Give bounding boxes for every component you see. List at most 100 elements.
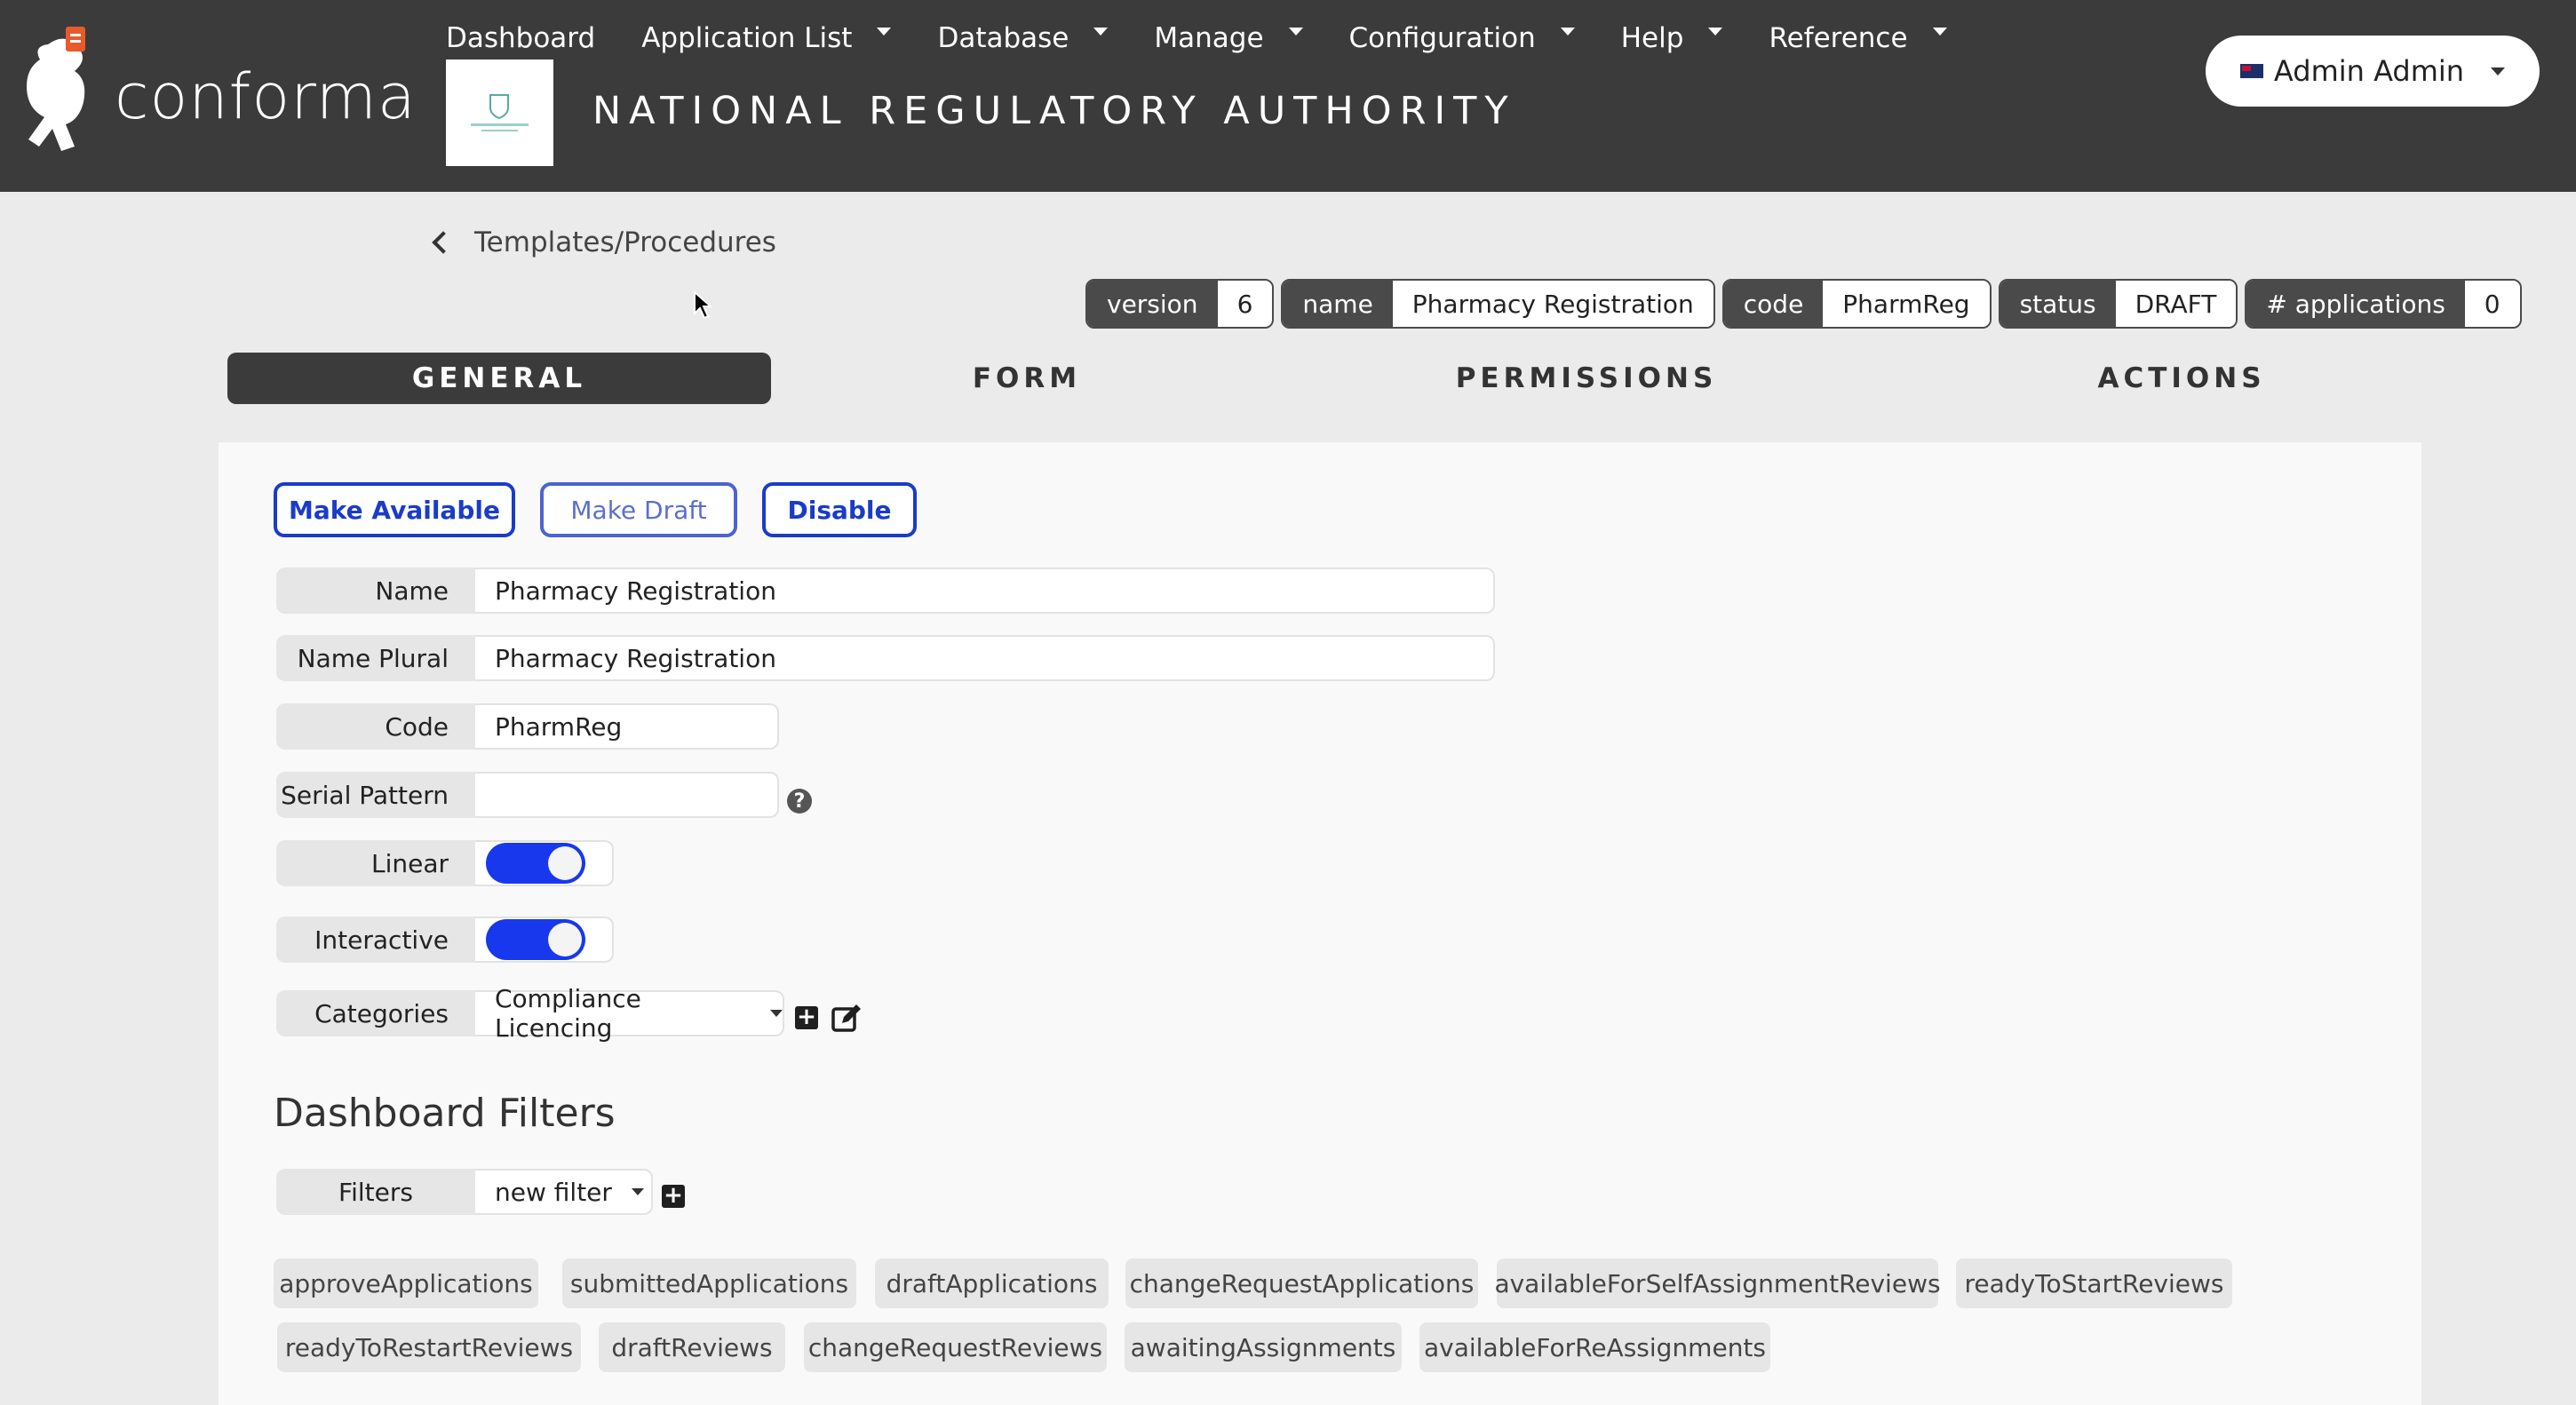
name-plural-input[interactable]: Pharmacy Registration bbox=[475, 635, 1495, 681]
interactive-field: Interactive bbox=[276, 917, 614, 963]
filter-chip[interactable]: changeRequestApplications bbox=[1125, 1258, 1478, 1308]
chevron-left-icon bbox=[432, 231, 455, 254]
meta-value: PharmReg bbox=[1823, 281, 1990, 327]
filter-chip[interactable]: changeRequestReviews bbox=[804, 1322, 1107, 1372]
field-label: Linear bbox=[276, 840, 475, 886]
caret-down-icon bbox=[1708, 27, 1723, 36]
caret-down-icon bbox=[2491, 67, 2506, 75]
meta-key: name bbox=[1283, 281, 1393, 327]
tab-actions[interactable]: ACTIONS bbox=[2048, 353, 2315, 404]
help-icon[interactable]: ? bbox=[787, 789, 812, 814]
nav-label: Dashboard bbox=[446, 22, 596, 54]
field-label: Serial Pattern bbox=[276, 772, 475, 818]
make-draft-button[interactable]: Make Draft bbox=[540, 482, 737, 537]
template-tabs: GENERAL FORM PERMISSIONS ACTIONS bbox=[227, 353, 2421, 404]
meta-key: code bbox=[1723, 281, 1824, 327]
meta-code: code PharmReg bbox=[1721, 279, 1992, 329]
filters-field: Filters new filter bbox=[276, 1169, 653, 1215]
meta-status: status DRAFT bbox=[1998, 279, 2238, 329]
app-header: conforma Dashboard Application List Data… bbox=[0, 0, 2576, 192]
nav-label: Application List bbox=[641, 22, 853, 54]
disable-button[interactable]: Disable bbox=[762, 482, 917, 537]
org-logo bbox=[446, 60, 553, 166]
tab-general[interactable]: GENERAL bbox=[227, 353, 771, 404]
interactive-toggle-wrap bbox=[475, 917, 614, 963]
nav-label: Manage bbox=[1154, 22, 1264, 54]
edit-category-icon[interactable] bbox=[831, 1004, 862, 1032]
nav-configuration[interactable]: Configuration bbox=[1349, 22, 1575, 54]
caret-down-icon bbox=[1288, 27, 1303, 36]
code-input[interactable]: PharmReg bbox=[475, 703, 779, 750]
filter-chip[interactable]: availableForSelfAssignmentReviews bbox=[1494, 1258, 1941, 1308]
meta-version: version 6 bbox=[1085, 279, 1275, 329]
linear-toggle-wrap bbox=[475, 840, 614, 886]
name-input[interactable]: Pharmacy Registration bbox=[475, 568, 1495, 614]
add-category-icon[interactable]: + bbox=[795, 1005, 818, 1029]
filter-chip[interactable]: availableForReAssignments bbox=[1419, 1322, 1770, 1372]
org-name: NATIONAL REGULATORY AUTHORITY bbox=[592, 89, 1516, 133]
field-label: Categories bbox=[276, 990, 475, 1036]
user-menu-button[interactable]: Admin Admin bbox=[2206, 36, 2540, 107]
caret-down-icon bbox=[770, 1010, 783, 1017]
add-filter-icon[interactable]: + bbox=[662, 1184, 685, 1208]
toggle-knob bbox=[548, 846, 582, 880]
filter-chip[interactable]: readyToRestartReviews bbox=[277, 1322, 581, 1372]
toggle-knob bbox=[548, 923, 582, 957]
meta-name: name Pharmacy Registration bbox=[1281, 279, 1715, 329]
meta-value: 0 bbox=[2464, 281, 2520, 327]
filters-select[interactable]: new filter bbox=[475, 1169, 653, 1215]
field-label: Interactive bbox=[276, 917, 475, 963]
field-label: Filters bbox=[276, 1169, 475, 1215]
nav-help[interactable]: Help bbox=[1621, 22, 1723, 54]
template-meta: version 6 name Pharmacy Registration cod… bbox=[1085, 279, 2529, 329]
back-link[interactable]: Templates/Procedures bbox=[432, 226, 776, 258]
field-label: Code bbox=[276, 703, 475, 750]
meta-key: # applications bbox=[2246, 281, 2465, 327]
make-available-button[interactable]: Make Available bbox=[274, 482, 515, 537]
filter-chip[interactable]: approveApplications bbox=[274, 1258, 538, 1308]
conforma-logo[interactable]: conforma bbox=[12, 27, 416, 160]
filter-chip[interactable]: awaitingAssignments bbox=[1125, 1322, 1402, 1372]
categories-select[interactable]: Compliance Licencing bbox=[475, 984, 784, 1043]
filter-chip[interactable]: readyToStartReviews bbox=[1956, 1258, 2232, 1308]
back-link-label: Templates/Procedures bbox=[474, 226, 776, 258]
meta-key: status bbox=[2000, 281, 2116, 327]
caret-down-icon bbox=[877, 27, 892, 36]
linear-field: Linear bbox=[276, 840, 614, 886]
tab-form[interactable]: FORM bbox=[894, 353, 1160, 404]
caret-down-icon bbox=[1932, 27, 1947, 36]
field-label: Name bbox=[276, 568, 475, 614]
meta-value: DRAFT bbox=[2115, 281, 2237, 327]
serial-pattern-field: Serial Pattern bbox=[276, 772, 779, 818]
interactive-toggle[interactable] bbox=[486, 919, 585, 960]
categories-field: Categories Compliance Licencing bbox=[276, 984, 784, 1043]
flag-icon bbox=[2239, 64, 2263, 78]
meta-key: version bbox=[1087, 281, 1218, 327]
nav-label: Reference bbox=[1769, 22, 1908, 54]
main-nav: Dashboard Application List Database Mana… bbox=[446, 16, 1993, 60]
serial-pattern-input[interactable] bbox=[475, 772, 779, 818]
dashboard-filters-title: Dashboard Filters bbox=[274, 1091, 616, 1136]
nav-dashboard[interactable]: Dashboard bbox=[446, 22, 595, 54]
field-label: Name Plural bbox=[276, 635, 475, 681]
filters-value: new filter bbox=[495, 1177, 612, 1207]
org-emblem-icon bbox=[471, 94, 529, 131]
filter-chip[interactable]: draftReviews bbox=[599, 1322, 785, 1372]
tab-permissions[interactable]: PERMISSIONS bbox=[1418, 353, 1755, 404]
filter-chip[interactable]: draftApplications bbox=[875, 1258, 1109, 1308]
mouse-cursor-icon bbox=[694, 290, 713, 320]
caret-down-icon bbox=[1560, 27, 1575, 36]
nav-label: Database bbox=[937, 22, 1069, 54]
meta-value: 6 bbox=[1217, 281, 1273, 327]
nav-application-list[interactable]: Application List bbox=[641, 22, 892, 54]
user-name: Admin Admin bbox=[2273, 54, 2465, 88]
nav-label: Configuration bbox=[1348, 22, 1536, 54]
caret-down-icon bbox=[1093, 27, 1109, 36]
linear-toggle[interactable] bbox=[486, 843, 585, 884]
meta-value: Pharmacy Registration bbox=[1392, 281, 1713, 327]
name-plural-field: Name Plural Pharmacy Registration bbox=[276, 635, 1495, 681]
nav-reference[interactable]: Reference bbox=[1769, 22, 1947, 54]
filter-chip[interactable]: submittedApplications bbox=[562, 1258, 856, 1308]
nav-database[interactable]: Database bbox=[937, 22, 1109, 54]
nav-manage[interactable]: Manage bbox=[1154, 22, 1303, 54]
